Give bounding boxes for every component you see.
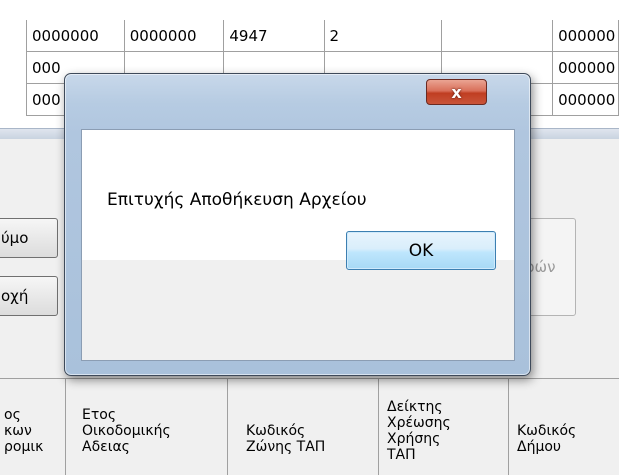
message-dialog: x Επιτυχής Αποθήκευση Αρχείου OK — [64, 73, 531, 376]
ok-button[interactable]: OK — [346, 231, 496, 270]
background-button-2[interactable]: οχή — [0, 276, 58, 316]
grid-cell[interactable]: 000000 — [552, 20, 619, 52]
grid-cell[interactable]: 4947 — [223, 20, 325, 52]
column-header-row: ος κων ρομικ Ετος Οικοδομικής Αδειας Κωδ… — [0, 378, 619, 475]
grid-cell[interactable]: 2 — [323, 20, 443, 52]
grid-cell[interactable]: 0000000 — [123, 20, 225, 52]
background-button-2-label: οχή — [1, 287, 29, 305]
column-header[interactable]: Ετος Οικοδομικής Αδειας — [66, 379, 228, 475]
background-button-1-label: ύμο — [1, 229, 29, 247]
column-header[interactable]: Κωδικός Ζώνης ΤΑΠ — [228, 379, 379, 475]
grid-cell[interactable]: 000000 — [552, 83, 619, 116]
column-header[interactable]: ος κων ρομικ — [0, 379, 66, 475]
column-header[interactable]: Δείκτης Χρέωσης Χρήσης ΤΑΠ — [379, 379, 509, 475]
grid-cell[interactable]: 000000 — [552, 51, 619, 84]
column-header[interactable]: Κωδικός Δήμου — [509, 379, 619, 475]
close-button[interactable]: x — [426, 79, 487, 105]
dialog-button-area — [82, 260, 514, 360]
background-button-1[interactable]: ύμο — [0, 218, 58, 258]
column-header-label: ος κων ρομικ — [4, 407, 44, 455]
column-header-label: Κωδικός Δήμου — [517, 423, 577, 455]
column-header-label: Κωδικός Ζώνης ΤΑΠ — [246, 423, 326, 455]
column-header-label: Δείκτης Χρέωσης Χρήσης ΤΑΠ — [387, 399, 451, 463]
grid-cell[interactable] — [441, 20, 554, 52]
dialog-content: Επιτυχής Αποθήκευση Αρχείου OK — [81, 129, 515, 361]
column-header-label: Ετος Οικοδομικής Αδειας — [82, 407, 171, 455]
grid-cell[interactable]: 0000000 — [26, 20, 125, 52]
ok-button-label: OK — [408, 240, 434, 261]
table-row[interactable]: 0000000 0000000 4947 2 000000 — [26, 20, 619, 52]
dialog-message: Επιτυχής Αποθήκευση Αρχείου — [107, 190, 367, 210]
close-icon: x — [451, 82, 462, 102]
row-header-strip — [0, 0, 26, 130]
